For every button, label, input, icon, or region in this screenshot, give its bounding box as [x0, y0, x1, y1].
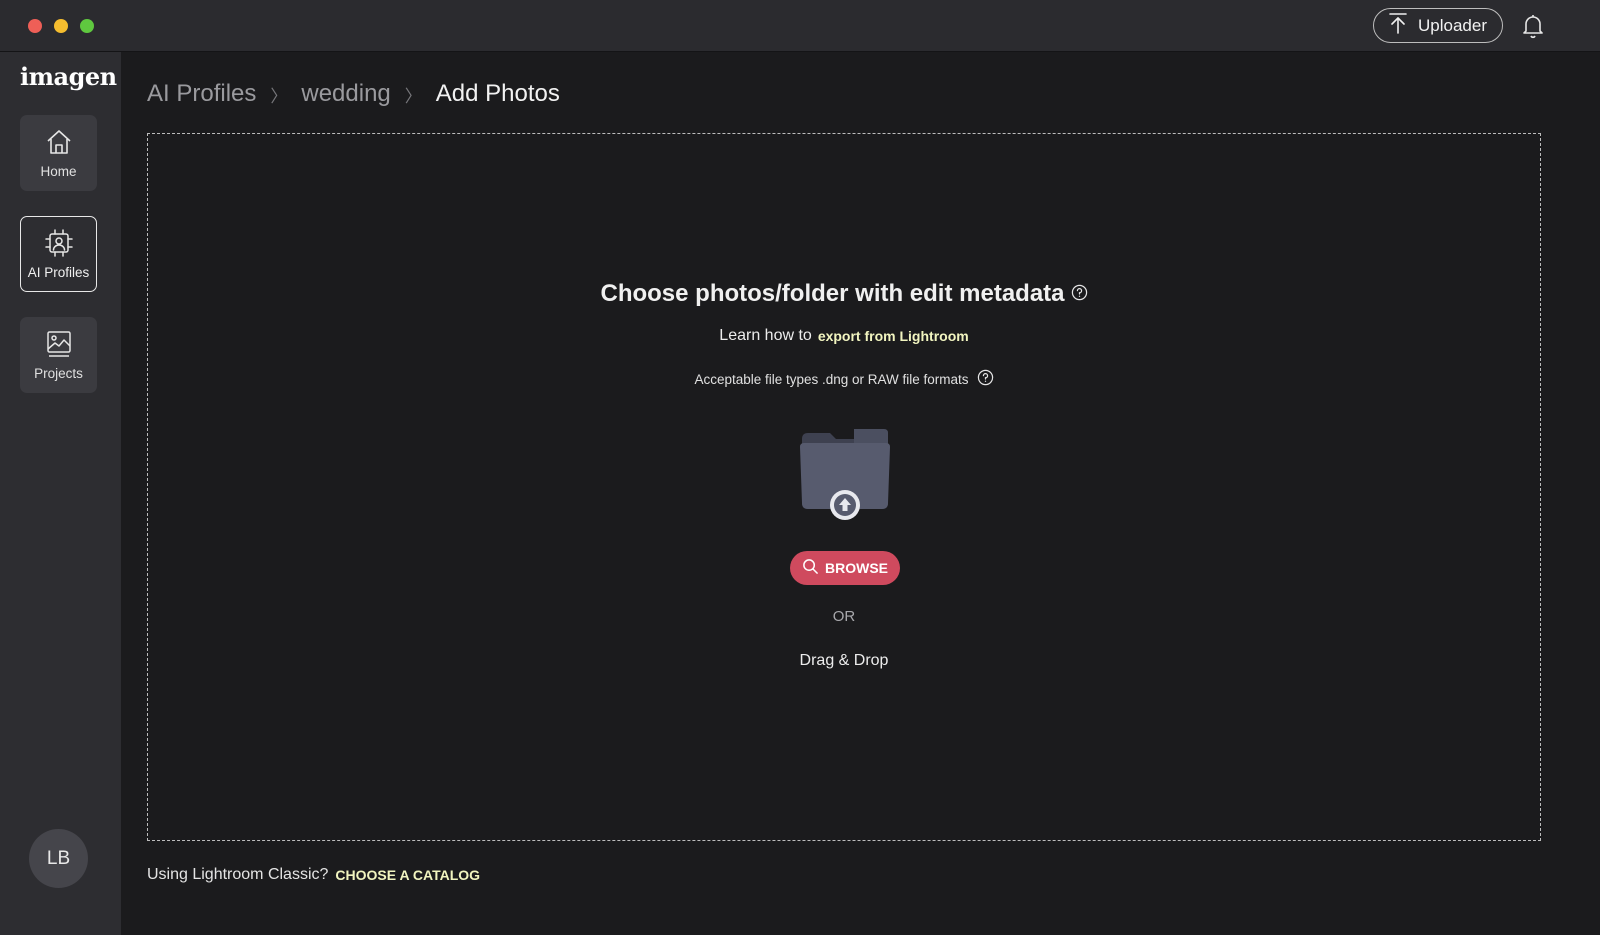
ai-profile-chip-icon: [44, 228, 74, 261]
breadcrumb-ai-profiles[interactable]: AI Profiles: [147, 80, 256, 108]
chevron-right-icon: 〉: [404, 86, 422, 106]
window-zoom-button[interactable]: [80, 19, 94, 33]
folder-upload-icon: [798, 429, 892, 521]
home-icon: [44, 127, 74, 160]
sidebar-item-label: AI Profiles: [27, 265, 90, 280]
help-icon[interactable]: [977, 369, 994, 389]
page-title: Add Photos: [435, 80, 560, 107]
chevron-right-icon: 〉: [270, 86, 288, 106]
learn-row: Learn how to export from Lightroom: [148, 327, 1540, 345]
avatar[interactable]: LB: [29, 829, 88, 888]
or-separator: OR: [832, 608, 856, 625]
breadcrumb: AI Profiles 〉 wedding 〉 Add Photos: [147, 78, 560, 110]
dropzone-heading-text: Choose photos/folder with edit metadata: [600, 280, 1065, 307]
lightroom-prompt: Using Lightroom Classic?: [147, 866, 329, 883]
sidebar-item-label: Projects: [34, 366, 83, 381]
image-gallery-icon: [44, 329, 74, 362]
bell-icon[interactable]: [1521, 13, 1545, 39]
export-from-lightroom-link[interactable]: export from Lightroom: [818, 328, 969, 344]
choose-catalog-link[interactable]: CHOOSE A CATALOG: [335, 867, 480, 883]
file-types-text: Acceptable file types .dng or RAW file f…: [694, 371, 969, 387]
sidebar-item-projects[interactable]: Projects: [20, 317, 97, 393]
learn-prefix: Learn how to: [719, 327, 812, 344]
window-close-button[interactable]: [28, 19, 42, 33]
uploader-button[interactable]: Uploader: [1373, 8, 1503, 43]
uploader-label: Uploader: [1418, 15, 1487, 35]
breadcrumb-wedding[interactable]: wedding: [301, 80, 390, 108]
file-types-row: Acceptable file types .dng or RAW file f…: [148, 369, 1540, 389]
browse-button[interactable]: BROWSE: [790, 551, 900, 585]
dropzone-heading: Choose photos/folder with edit metadata: [148, 280, 1540, 308]
sidebar-item-home[interactable]: Home: [20, 115, 97, 191]
window-minimize-button[interactable]: [54, 19, 68, 33]
title-bar: Uploader: [0, 0, 1600, 52]
sidebar-item-label: Home: [40, 164, 77, 179]
drop-zone[interactable]: Choose photos/folder with edit metadata …: [147, 133, 1541, 841]
drag-drop-text: Drag & Drop: [799, 652, 889, 669]
upload-arrow-icon: [1388, 12, 1408, 39]
help-icon[interactable]: [1071, 280, 1088, 308]
sidebar-item-ai-profiles[interactable]: AI Profiles: [20, 216, 97, 292]
search-icon: [802, 558, 819, 578]
browse-label: BROWSE: [825, 560, 888, 576]
imagen-logo[interactable]: imagen: [20, 62, 117, 91]
lightroom-footer: Using Lightroom Classic? CHOOSE A CATALO…: [147, 866, 480, 884]
